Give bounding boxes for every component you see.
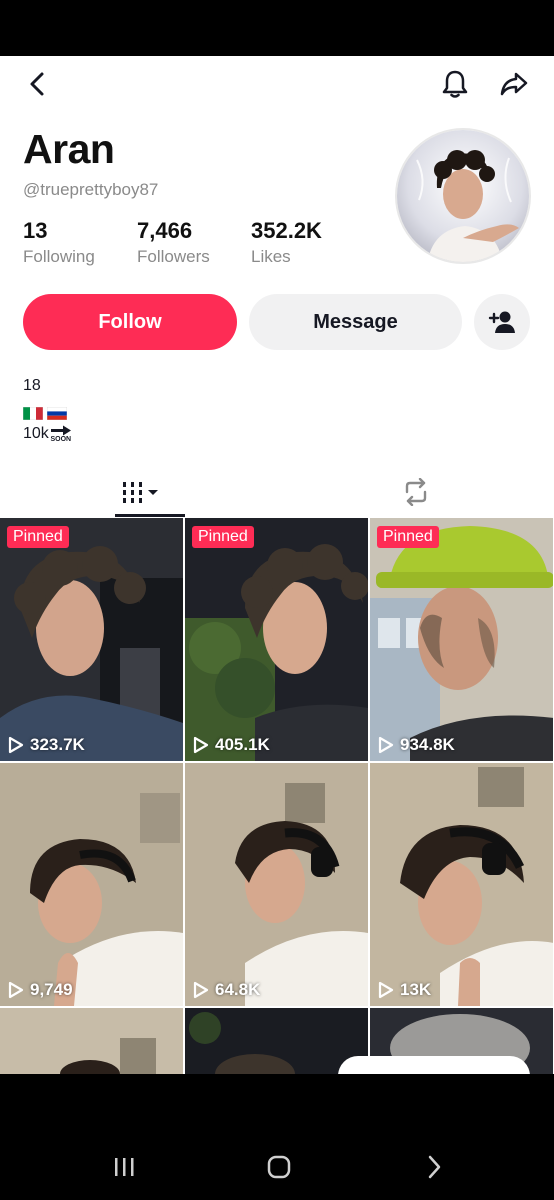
view-count-text: 934.8K — [400, 735, 455, 754]
stat-label: Likes — [251, 247, 291, 266]
bio-flags — [22, 398, 72, 422]
video-tile[interactable]: 13K — [370, 763, 553, 1006]
soon-label: SOON — [50, 436, 72, 443]
active-tab-indicator — [115, 514, 185, 517]
profile-handle: @trueprettyboy87 — [23, 180, 159, 199]
back-nav-icon — [428, 1155, 441, 1179]
video-tile[interactable]: Pinned 323.7K — [0, 518, 183, 761]
stat-value: 352.2K — [251, 218, 322, 243]
top-nav — [0, 56, 554, 108]
video-tile[interactable] — [0, 1008, 183, 1074]
system-nav-bar — [0, 1074, 554, 1200]
video-thumbnail — [0, 763, 183, 1006]
video-tile[interactable]: Pinned 405.1K — [185, 518, 368, 761]
stat-followers[interactable]: 7,466 Followers — [137, 218, 210, 267]
message-button[interactable]: Message — [249, 294, 462, 350]
view-count-text: 64.8K — [215, 980, 261, 999]
bio-goal: 10k SOON — [23, 422, 72, 446]
video-tile[interactable]: Pinned 934.8K — [370, 518, 553, 761]
profile-screen: Aran @trueprettyboy87 13 Following 7,466… — [0, 56, 554, 1074]
pinned-badge: Pinned — [377, 526, 439, 548]
profile-tabs — [0, 466, 554, 518]
play-icon — [8, 981, 24, 999]
stat-label: Followers — [137, 247, 210, 266]
bio-age: 18 — [23, 377, 41, 394]
play-icon — [378, 736, 394, 754]
tab-videos[interactable] — [0, 466, 277, 518]
bio: 18 10k SOON — [22, 374, 72, 446]
russia-flag-icon — [46, 404, 68, 420]
arrow-right-icon — [50, 425, 71, 436]
video-tile[interactable]: 64.8K — [185, 763, 368, 1006]
add-friend-button[interactable] — [474, 294, 530, 350]
view-count: 323.7K — [8, 735, 85, 755]
stat-label: Following — [23, 247, 95, 266]
profile-name: Aran — [23, 126, 115, 172]
bell-icon — [442, 70, 468, 98]
repost-icon — [405, 478, 426, 506]
view-count: 405.1K — [193, 735, 270, 755]
view-count: 9,749 — [8, 980, 73, 1000]
grid-icon — [122, 482, 158, 503]
back-button[interactable] — [20, 66, 56, 102]
video-thumbnail — [370, 518, 553, 761]
status-bar — [0, 0, 554, 56]
bio-goal-text: 10k — [23, 425, 49, 442]
avatar[interactable] — [395, 128, 531, 264]
view-count: 13K — [378, 980, 431, 1000]
video-tile[interactable]: 9,749 — [0, 763, 183, 1006]
play-icon — [8, 736, 24, 754]
stat-likes[interactable]: 352.2K Likes — [251, 218, 322, 267]
italy-flag-icon — [22, 404, 44, 420]
view-count: 934.8K — [378, 735, 455, 755]
video-thumbnail — [370, 763, 553, 1006]
back-icon — [30, 72, 44, 96]
tab-reposts[interactable] — [277, 466, 554, 518]
follow-button[interactable]: Follow — [23, 294, 237, 350]
view-count-text: 405.1K — [215, 735, 270, 754]
add-user-icon — [488, 311, 515, 333]
pinned-badge: Pinned — [7, 526, 69, 548]
video-thumbnail — [0, 518, 183, 761]
play-icon — [378, 981, 394, 999]
stat-following[interactable]: 13 Following — [23, 218, 95, 267]
share-icon — [500, 72, 528, 96]
view-count-text: 13K — [400, 980, 432, 999]
play-icon — [193, 981, 209, 999]
back-nav-button[interactable] — [412, 1152, 456, 1182]
video-thumbnail — [185, 518, 368, 761]
view-count-text: 323.7K — [30, 735, 85, 754]
home-icon — [267, 1155, 291, 1179]
video-thumbnail — [185, 763, 368, 1006]
floating-pill[interactable] — [338, 1056, 530, 1074]
soon-arrow: SOON — [50, 425, 72, 443]
stat-value: 7,466 — [137, 218, 193, 243]
view-count-text: 9,749 — [30, 980, 73, 999]
video-thumbnail — [0, 1008, 183, 1074]
play-icon — [193, 736, 209, 754]
home-button[interactable] — [257, 1152, 301, 1182]
share-button[interactable] — [496, 66, 532, 102]
stat-value: 13 — [23, 218, 48, 243]
notifications-button[interactable] — [437, 66, 473, 102]
recent-apps-button[interactable] — [102, 1152, 146, 1182]
recent-apps-icon — [115, 1158, 134, 1176]
view-count: 64.8K — [193, 980, 260, 1000]
avatar-image — [397, 130, 529, 262]
pinned-badge: Pinned — [192, 526, 254, 548]
